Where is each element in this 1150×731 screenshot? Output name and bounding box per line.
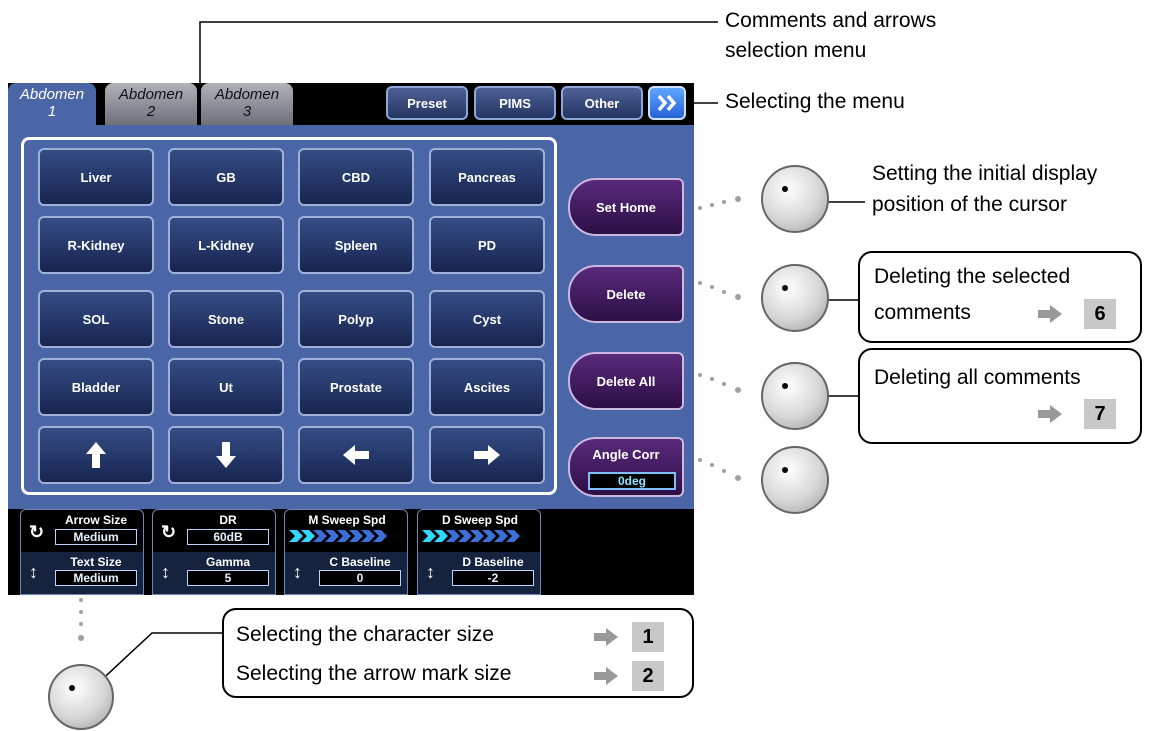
preset-button[interactable]: Preset [386,86,468,120]
selecting-menu-annotation: Selecting the menu [725,90,905,113]
up-down-icon: ↕ [29,562,38,582]
comment-button-cyst[interactable]: Cyst [429,290,545,348]
reference-number: 1 [632,622,664,652]
delete-callout: Deleting the selected comments 6 [858,251,1142,343]
comments-arrows-menu: Liver GB CBD Pancreas R-Kidney L-Kidney … [21,137,557,495]
text-size-label: Text Size [70,555,122,569]
set-home-annotation-2: position of the cursor [872,193,1067,216]
d-baseline-value: -2 [452,570,534,586]
comment-button-liver[interactable]: Liver [38,148,154,206]
angle-corr-value: 0deg [588,472,676,490]
reference-number: 2 [632,661,664,691]
char-size-annotation: Selecting the character size [236,623,494,646]
rotary-knob-delete[interactable] [761,264,829,332]
delete-all-button[interactable]: Delete All [568,352,684,410]
arrow-size-annotation: Selecting the arrow mark size [236,662,512,685]
arrow-down-icon [216,442,236,468]
arrow-up-button[interactable] [38,426,154,484]
comment-button-ut[interactable]: Ut [168,358,284,416]
comment-button-polyp[interactable]: Polyp [298,290,414,348]
comment-button-pd[interactable]: PD [429,216,545,274]
set-home-annotation-1: Setting the initial display [872,162,1098,185]
comment-button-pancreas[interactable]: Pancreas [429,148,545,206]
rotary-knob-delete-all[interactable] [761,362,829,430]
arrow-size-label: Arrow Size [64,513,127,527]
tab-abdomen-2[interactable]: Abdomen 2 [105,83,197,125]
dr-gamma-control[interactable]: ↻ DR 60dB ↕ Gamma 5 [152,509,276,595]
dr-value: 60dB [187,529,269,545]
c-baseline-label: C Baseline [329,555,391,569]
next-menu-button[interactable] [648,86,686,120]
arrow-size-value: Medium [55,529,137,545]
tab-abdomen-3[interactable]: Abdomen 3 [201,83,293,125]
d-sweep-spd-label: D Sweep Spd [441,513,518,527]
d-sweep-d-baseline-control[interactable]: D Sweep Spd ↕ D Baseline -2 [417,509,541,595]
comment-button-sol[interactable]: SOL [38,290,154,348]
comment-button-bladder[interactable]: Bladder [38,358,154,416]
set-home-button[interactable]: Set Home [568,178,684,236]
comments-menu-annotation-1: Comments and arrows [725,9,937,32]
arrow-left-icon [343,445,369,465]
touch-panel: Abdomen 1 Abdomen 2 Abdomen 3 Preset PIM… [8,83,694,595]
rotate-icon: ↻ [161,522,177,542]
d-baseline-label: D Baseline [462,555,524,569]
arrow-right-icon [1038,405,1062,423]
delete-all-annotation: Deleting all comments [874,366,1081,389]
size-callout: Selecting the character size 1 Selecting… [222,608,694,698]
up-down-icon: ↕ [293,562,302,582]
m-sweep-spd-label: M Sweep Spd [308,513,386,527]
arrow-right-icon [594,667,618,685]
text-size-value: Medium [55,570,137,586]
comment-button-stone[interactable]: Stone [168,290,284,348]
c-baseline-value: 0 [319,570,401,586]
sweep-speed-indicator [422,530,520,542]
arrow-up-icon [86,442,106,468]
arrow-down-button[interactable] [168,426,284,484]
arrow-left-button[interactable] [298,426,414,484]
gamma-value: 5 [187,570,269,586]
comment-button-ascites[interactable]: Ascites [429,358,545,416]
angle-corr-label: Angle Corr [592,447,660,462]
rotary-knob-size[interactable] [48,664,114,730]
comment-button-spleen[interactable]: Spleen [298,216,414,274]
double-chevron-right-icon [657,94,677,112]
arrow-right-button[interactable] [429,426,545,484]
comment-button-gb[interactable]: GB [168,148,284,206]
arrow-right-icon [594,628,618,646]
menu-area: Liver GB CBD Pancreas R-Kidney L-Kidney … [8,125,694,509]
m-sweep-c-baseline-control[interactable]: M Sweep Spd ↕ C Baseline 0 [284,509,408,595]
delete-annotation-1: Deleting the selected [874,265,1071,288]
comment-button-prostate[interactable]: Prostate [298,358,414,416]
rotary-knob-set-home[interactable] [761,165,829,233]
comments-menu-annotation-2: selection menu [725,39,867,62]
delete-all-callout: Deleting all comments 7 [858,348,1142,444]
up-down-icon: ↕ [426,562,435,582]
other-button[interactable]: Other [561,86,643,120]
comment-button-cbd[interactable]: CBD [298,148,414,206]
rotary-knob-angle-corr[interactable] [761,446,829,514]
reference-number: 7 [1084,399,1116,429]
reference-number: 6 [1084,299,1116,329]
arrow-text-size-control[interactable]: ↻ Arrow Size Medium ↕ Text Size Medium [20,509,144,595]
pims-button[interactable]: PIMS [474,86,556,120]
up-down-icon: ↕ [161,562,170,582]
sweep-speed-indicator [289,530,387,542]
gamma-label: Gamma [205,555,251,569]
dr-label: DR [219,513,237,527]
comment-button-l-kidney[interactable]: L-Kidney [168,216,284,274]
arrow-right-icon [1038,305,1062,323]
delete-annotation-2: comments [874,301,971,324]
tab-abdomen-1[interactable]: Abdomen 1 [8,83,96,125]
comment-button-r-kidney[interactable]: R-Kidney [38,216,154,274]
arrow-right-icon [474,445,500,465]
rotate-icon: ↻ [29,522,45,542]
delete-button[interactable]: Delete [568,265,684,323]
